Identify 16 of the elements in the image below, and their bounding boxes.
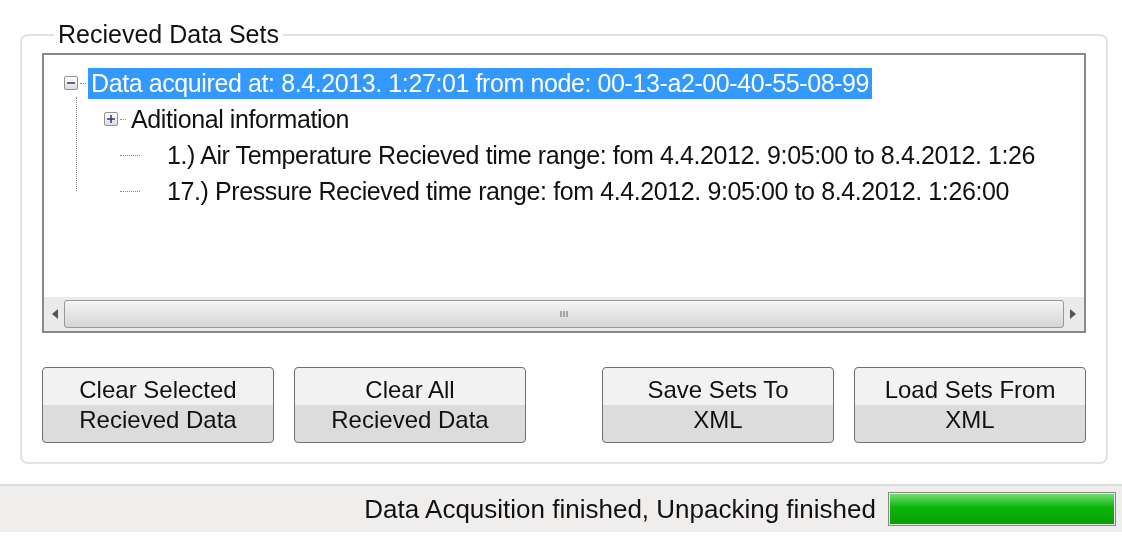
tree-view[interactable]	[42, 53, 1086, 333]
action-button[interactable]: Load Sets From XML	[854, 367, 1086, 443]
expand-icon[interactable]	[104, 112, 118, 126]
action-button[interactable]: Clear Selected Recieved Data	[42, 367, 274, 443]
tree-item[interactable]: 17.) Pressure Recieved time range: fom 4.4.2012. 9:05:00 to 8.4.2012. 1:26:00	[164, 175, 1012, 207]
scroll-right-icon[interactable]	[1068, 308, 1078, 320]
horizontal-scrollbar[interactable]	[44, 297, 1084, 331]
status-text: Data Acqusition finished, Unpacking finished	[364, 493, 876, 525]
collapse-icon[interactable]	[64, 76, 78, 90]
scroll-left-icon[interactable]	[50, 308, 60, 320]
action-button[interactable]: Clear All Recieved Data	[294, 367, 526, 443]
group-title: Recieved Data Sets	[57, 20, 280, 49]
scrollbar-thumb[interactable]	[64, 300, 1064, 328]
tree-item[interactable]: 1.) Air Temperature Recieved time range: fom 4.4.2012. 9:05:00 to 8.4.2012. 1:26	[164, 139, 1039, 171]
tree-item[interactable]: Aditional information	[128, 103, 353, 135]
action-button[interactable]: Save Sets To XML	[602, 367, 834, 443]
